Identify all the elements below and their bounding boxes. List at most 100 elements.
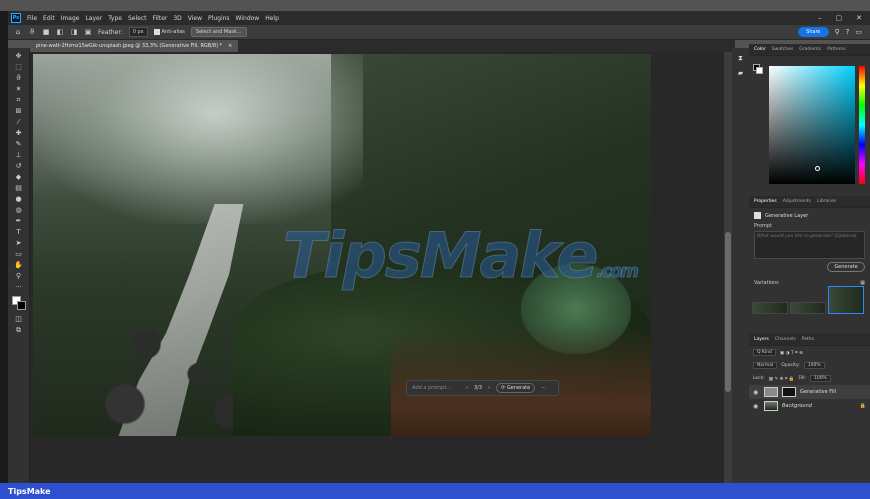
opacity-input[interactable]: 100% <box>803 362 825 369</box>
menu-layer[interactable]: Layer <box>85 15 102 22</box>
menu-file[interactable]: File <box>27 15 37 22</box>
help-icon[interactable]: ? <box>846 28 850 36</box>
menu-window[interactable]: Window <box>236 15 260 22</box>
intersect-selection-icon[interactable]: ▣ <box>84 28 92 36</box>
zoom-tool-icon[interactable]: ⚲ <box>13 272 25 280</box>
visibility-eye-icon[interactable]: ◉ <box>753 389 760 396</box>
canvas-area[interactable]: TipsMake.com Add a prompt... ‹ 3/3 › ⟳ G… <box>30 52 724 483</box>
fill-input[interactable]: 100% <box>809 375 831 382</box>
layer-mask-thumbnail[interactable] <box>782 387 796 397</box>
new-selection-icon[interactable]: ■ <box>42 28 50 36</box>
hand-tool-icon[interactable]: ✋ <box>13 261 25 269</box>
layer-background[interactable]: ◉ Background 🔒 <box>749 399 870 413</box>
rectangle-tool-icon[interactable]: ▭ <box>13 250 25 258</box>
tab-adjustments[interactable]: Adjustments <box>783 199 811 204</box>
antialias-checkbox[interactable]: Anti-alias <box>153 29 185 35</box>
prev-variation-icon[interactable]: ‹ <box>466 385 468 391</box>
gradient-tool-icon[interactable]: ▤ <box>13 184 25 192</box>
menu-filter[interactable]: Filter <box>153 15 168 22</box>
tab-swatches[interactable]: Swatches <box>772 47 794 52</box>
move-tool-icon[interactable]: ✥ <box>13 52 25 60</box>
magic-wand-icon[interactable]: ✶ <box>13 85 25 93</box>
menu-3d[interactable]: 3D <box>173 15 181 22</box>
next-variation-icon[interactable]: › <box>488 385 490 391</box>
tab-layers[interactable]: Layers <box>754 337 769 342</box>
panel-color-swatch[interactable] <box>753 64 763 74</box>
tab-paths[interactable]: Paths <box>802 337 814 342</box>
more-tools-icon[interactable]: ··· <box>13 283 25 291</box>
minimize-icon[interactable]: – <box>818 14 822 22</box>
background-color[interactable] <box>16 301 26 310</box>
menu-view[interactable]: View <box>188 15 202 22</box>
hue-slider[interactable] <box>859 66 865 184</box>
scroll-thumb[interactable] <box>725 232 731 392</box>
tab-gradients[interactable]: Gradients <box>799 47 821 52</box>
dodge-tool-icon[interactable]: ◍ <box>13 206 25 214</box>
layer-generative-fill[interactable]: ◉ Generative Fill <box>749 385 870 399</box>
add-selection-icon[interactable]: ◧ <box>56 28 64 36</box>
filter-icons[interactable]: ▣ ◑ T ⌗ ⊕ <box>780 350 803 356</box>
crop-tool-icon[interactable]: ⌗ <box>13 96 25 104</box>
eyedropper-icon[interactable]: ⁄ <box>13 118 25 126</box>
close-tab-icon[interactable]: × <box>228 43 232 49</box>
document-tab[interactable]: pine-watt-2Hzmz15wGik-unsplash.jpeg @ 33… <box>30 40 239 52</box>
visibility-eye-icon[interactable]: ◉ <box>753 403 760 410</box>
type-tool-icon[interactable]: T <box>13 228 25 236</box>
more-options-icon[interactable]: ··· <box>541 385 546 391</box>
maximize-icon[interactable]: ▢ <box>836 14 843 22</box>
generate-button[interactable]: ⟳ Generate <box>496 383 536 393</box>
prompt-input[interactable]: Add a prompt... <box>412 385 460 391</box>
tab-libraries[interactable]: Libraries <box>817 199 836 204</box>
variation-thumb-2[interactable] <box>790 302 826 314</box>
properties-generate-button[interactable]: Generate <box>827 262 865 272</box>
layer-name: Background <box>782 403 812 409</box>
subtract-selection-icon[interactable]: ◨ <box>70 28 78 36</box>
pen-tool-icon[interactable]: ✒ <box>13 217 25 225</box>
prompt-textarea[interactable]: What would you like to generate? (Option… <box>754 231 865 259</box>
menu-select[interactable]: Select <box>128 15 147 22</box>
menu-help[interactable]: Help <box>265 15 279 22</box>
select-and-mask-button[interactable]: Select and Mask... <box>190 27 247 37</box>
frame-tool-icon[interactable]: ⊠ <box>13 107 25 115</box>
path-select-icon[interactable]: ➤ <box>13 239 25 247</box>
menu-edit[interactable]: Edit <box>43 15 55 22</box>
brush-tool-icon[interactable]: ✎ <box>13 140 25 148</box>
menu-image[interactable]: Image <box>61 15 80 22</box>
share-button[interactable]: Share <box>798 27 829 37</box>
screen-mode-icon[interactable]: ⧉ <box>13 326 25 334</box>
clone-stamp-icon[interactable]: ⊥ <box>13 151 25 159</box>
quick-mask-icon[interactable]: ◫ <box>13 315 25 323</box>
lasso-tool-icon[interactable]: ϑ <box>28 28 36 36</box>
history-brush-icon[interactable]: ↺ <box>13 162 25 170</box>
feather-input[interactable]: 0 px <box>128 27 148 37</box>
lock-icons[interactable]: ▦ ✎ ✥ ⌗ 🔒 <box>769 376 795 382</box>
variations-label[interactable]: Variations <box>754 280 779 286</box>
lasso-icon[interactable]: ϑ <box>13 74 25 82</box>
marquee-tool-icon[interactable]: ⬚ <box>13 63 25 71</box>
picker-cursor[interactable] <box>815 166 820 171</box>
workspace-icon[interactable]: ▭ <box>855 28 862 36</box>
variation-thumb-3[interactable] <box>828 286 864 314</box>
blend-mode-select[interactable]: Normal <box>753 362 778 369</box>
bg-color[interactable] <box>756 67 763 74</box>
variation-thumb-1[interactable] <box>752 302 788 314</box>
vertical-scrollbar[interactable] <box>724 52 732 483</box>
history-icon[interactable]: ⧗ <box>738 54 743 63</box>
kind-filter[interactable]: Q Kind <box>753 349 776 356</box>
color-picker-field[interactable] <box>769 66 855 184</box>
blur-tool-icon[interactable]: ● <box>13 195 25 203</box>
comments-icon[interactable]: ▰ <box>738 69 743 77</box>
menu-plugins[interactable]: Plugins <box>208 15 230 22</box>
color-swatches[interactable] <box>11 296 26 310</box>
tab-color[interactable]: Color <box>754 47 766 52</box>
eraser-icon[interactable]: ◆ <box>13 173 25 181</box>
home-icon[interactable]: ⌂ <box>14 28 22 36</box>
healing-brush-icon[interactable]: ✚ <box>13 129 25 137</box>
search-icon[interactable]: ⚲ <box>835 28 840 36</box>
tab-channels[interactable]: Channels <box>775 337 796 342</box>
tab-patterns[interactable]: Patterns <box>827 47 846 52</box>
tab-properties[interactable]: Properties <box>754 199 777 204</box>
close-icon[interactable]: ✕ <box>856 14 862 22</box>
menu-type[interactable]: Type <box>108 15 122 22</box>
forest-river-photo[interactable]: TipsMake.com <box>33 54 651 436</box>
